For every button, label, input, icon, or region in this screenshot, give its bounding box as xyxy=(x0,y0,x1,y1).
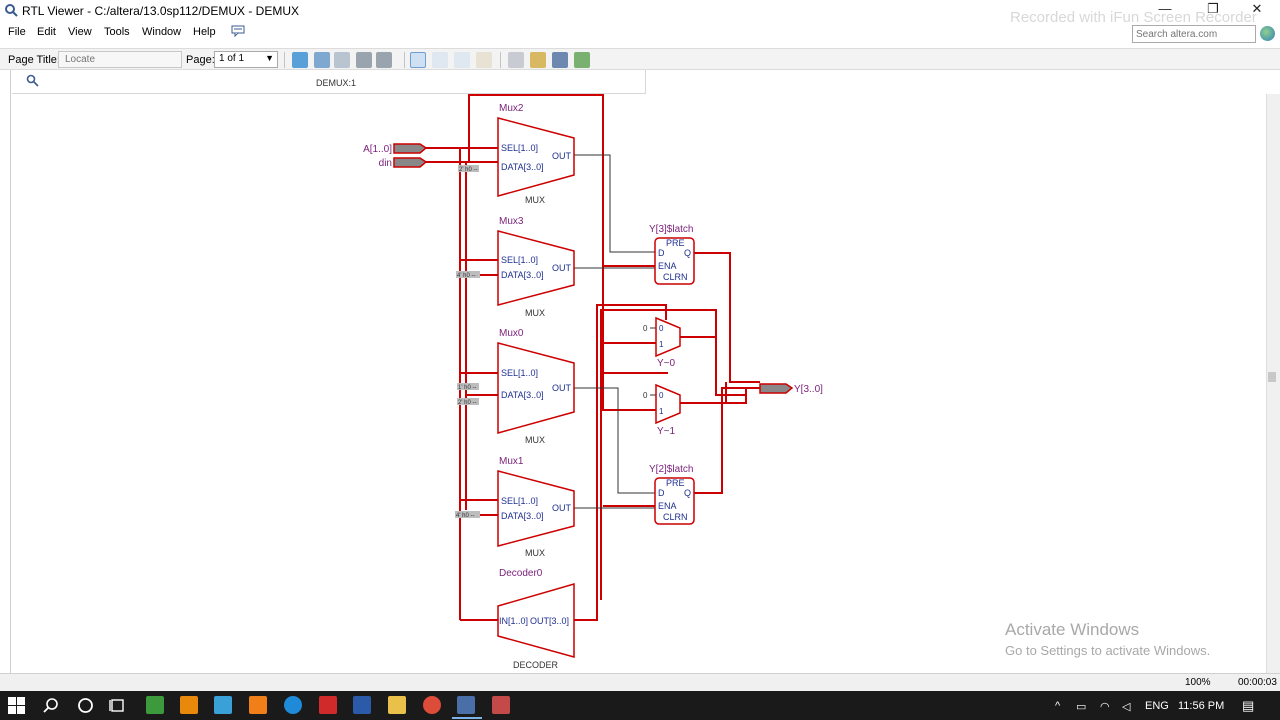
word-icon[interactable] xyxy=(353,696,371,714)
select-pointer-icon[interactable] xyxy=(410,52,426,68)
sublime-icon[interactable] xyxy=(180,696,198,714)
active-task-indicator xyxy=(452,717,482,719)
tray-volume-icon[interactable]: ◁ xyxy=(1122,700,1130,713)
properties-icon[interactable] xyxy=(552,52,568,68)
chrome-icon[interactable] xyxy=(423,696,441,714)
maximize-button[interactable]: ❐ xyxy=(1198,1,1228,19)
pdf-icon[interactable] xyxy=(249,696,267,714)
vertical-scrollbar[interactable] xyxy=(1266,94,1280,673)
toolbar-divider xyxy=(284,52,285,68)
status-bar xyxy=(0,673,1280,691)
quartus-rtl-icon[interactable] xyxy=(492,696,510,714)
hierarchy-up-icon[interactable] xyxy=(356,52,372,68)
globe-icon[interactable] xyxy=(1260,26,1275,41)
tray-clock[interactable]: 11:56 PM xyxy=(1178,700,1224,712)
window-title: RTL Viewer - C:/altera/13.0sp112/DEMUX -… xyxy=(22,4,299,18)
recorder-icon[interactable] xyxy=(319,696,337,714)
page-label: Page: xyxy=(186,54,215,66)
elapsed-time: 00:00:03 xyxy=(1238,677,1277,688)
windows-start-icon[interactable] xyxy=(8,697,25,714)
export-icon[interactable] xyxy=(574,52,590,68)
rtl-viewer-app-icon xyxy=(5,4,18,17)
tray-language[interactable]: ENG xyxy=(1145,700,1169,712)
chevron-down-icon: ▼ xyxy=(265,53,274,63)
schematic-view[interactable] xyxy=(10,70,1266,673)
activate-windows-subtitle: Go to Settings to activate Windows. xyxy=(1005,643,1211,658)
netlist-icon[interactable] xyxy=(508,52,524,68)
toolbar-divider xyxy=(500,52,501,68)
minimize-button[interactable]: — xyxy=(1150,1,1180,19)
menu-file[interactable]: File xyxy=(8,26,26,38)
menu-window[interactable]: Window xyxy=(142,26,181,38)
android-studio-icon[interactable] xyxy=(146,696,164,714)
page-select[interactable]: 1 of 1 ▼ xyxy=(214,51,278,68)
back-icon[interactable] xyxy=(314,52,330,68)
hierarchy-down-icon[interactable] xyxy=(376,52,392,68)
zoom-in-icon[interactable] xyxy=(432,52,448,68)
zoom-level: 100% xyxy=(1185,677,1211,688)
menu-edit[interactable]: Edit xyxy=(37,26,56,38)
page-title-label: Page Title: xyxy=(8,54,60,66)
menu-tools[interactable]: Tools xyxy=(104,26,130,38)
tray-up-chevron-icon[interactable]: ^ xyxy=(1055,700,1060,712)
tray-battery-icon[interactable]: ▭ xyxy=(1076,700,1086,713)
edge-icon[interactable] xyxy=(284,696,302,714)
file-explorer-icon[interactable] xyxy=(388,696,406,714)
notification-icon[interactable]: ▤ xyxy=(1242,698,1254,714)
rtl-viewer-tab-icon xyxy=(26,74,39,87)
menu-help[interactable]: Help xyxy=(193,26,216,38)
search-icon[interactable] xyxy=(43,697,60,714)
page-title-locate-input[interactable] xyxy=(58,51,182,68)
tray-wifi-icon[interactable]: ◠ xyxy=(1100,700,1110,713)
quartus-icon[interactable] xyxy=(457,696,475,714)
activate-windows-title: Activate Windows xyxy=(1005,620,1140,639)
toolbar-divider xyxy=(404,52,405,68)
forward-icon[interactable] xyxy=(334,52,350,68)
app-icon[interactable] xyxy=(214,696,232,714)
zoom-fit-icon[interactable] xyxy=(454,52,470,68)
close-button[interactable]: ✕ xyxy=(1242,1,1272,19)
menu-view[interactable]: View xyxy=(68,26,92,38)
task-view-icon[interactable] xyxy=(109,697,126,714)
hand-pan-icon[interactable] xyxy=(476,52,492,68)
toolbar: Page Title: Page: 1 of 1 ▼ xyxy=(0,48,1280,70)
document-tab-label: DEMUX:1 xyxy=(316,78,357,88)
help-chat-icon[interactable] xyxy=(231,25,245,37)
menu-bar: File Edit View Tools Window Help xyxy=(0,22,1280,42)
refresh-icon[interactable] xyxy=(292,52,308,68)
help-search-input[interactable] xyxy=(1132,25,1256,43)
page-select-value: 1 of 1 xyxy=(219,53,245,64)
cortana-icon[interactable] xyxy=(77,697,94,714)
scrollbar-thumb[interactable] xyxy=(1268,372,1276,382)
filter-icon[interactable] xyxy=(530,52,546,68)
